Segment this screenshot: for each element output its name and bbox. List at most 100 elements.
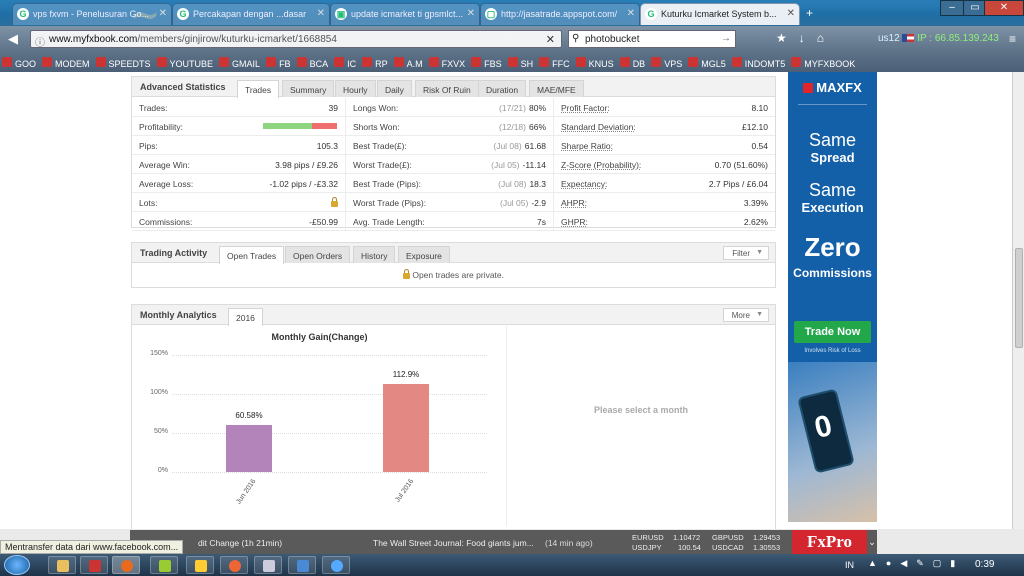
bookmark-item[interactable]: FB xyxy=(264,52,295,69)
tab-year[interactable]: 2016 xyxy=(228,308,263,326)
page-scrollbar[interactable] xyxy=(1012,72,1024,529)
browser-tab[interactable]: ▢ http://jasatrade.appspot.com/ ✕ xyxy=(480,3,640,25)
tab-exposure[interactable]: Exposure xyxy=(398,246,450,263)
taskbar-app[interactable] xyxy=(254,556,282,574)
more-button[interactable]: More ▼ xyxy=(722,308,769,322)
taskbar-explorer[interactable] xyxy=(48,556,76,574)
browser-tab[interactable]: G Percakapan dengan ...dasar ✕ xyxy=(172,3,330,25)
clear-url-icon[interactable]: ✕ xyxy=(546,33,555,46)
taskbar-clock[interactable]: 0:39 xyxy=(975,559,994,570)
close-icon[interactable]: ✕ xyxy=(159,8,167,19)
bookmark-icon xyxy=(266,57,277,67)
trade-now-button[interactable]: Trade Now xyxy=(794,321,871,343)
bookmark-item[interactable]: FBS xyxy=(469,52,506,69)
stat-label[interactable]: Expectancy: xyxy=(561,179,607,189)
bookmark-item[interactable]: BCA xyxy=(295,52,333,69)
close-icon[interactable]: ✕ xyxy=(317,8,325,19)
bookmark-item[interactable]: A.M xyxy=(392,52,427,69)
bookmark-item[interactable]: INDOMT5 xyxy=(730,52,790,69)
bookmark-item[interactable]: DB xyxy=(618,52,650,69)
window-close-icon[interactable]: ✕ xyxy=(984,0,1024,16)
tab-mae-mfe[interactable]: MAE/MFE xyxy=(529,80,584,97)
bookmark-item[interactable]: FFC xyxy=(537,52,574,69)
tab-title: Kuturku Icmarket System b... xyxy=(661,9,777,19)
stat-value: 0.70 (51.60%) xyxy=(714,160,768,170)
stat-commissions: Commissions: -£50.99 xyxy=(132,212,345,231)
maxfx-ad-banner[interactable]: MAXFX Same Spread Same Execution Zero Co… xyxy=(788,72,877,522)
news-ticker[interactable]: dit Change (1h 21min) The Wall Street Jo… xyxy=(130,530,877,554)
minimize-icon[interactable]: – xyxy=(940,0,964,16)
toolbar-icons[interactable]: ★↓⌂ xyxy=(776,31,836,45)
app-icon xyxy=(229,560,241,572)
browser-tab[interactable]: G vps fxvm - Penelusuran Go... ✕ xyxy=(12,3,172,25)
stat-label[interactable]: GHPR: xyxy=(561,217,588,227)
chevron-down-icon[interactable]: ⌄ xyxy=(867,530,877,554)
ad-brand: MAXFX xyxy=(816,80,862,95)
chart-title: Monthly Gain(Change) xyxy=(271,332,368,342)
bookmark-item[interactable]: VPS xyxy=(649,52,686,69)
go-arrow-icon[interactable]: → xyxy=(721,33,731,44)
ticker-news[interactable]: The Wall Street Journal: Food giants jum… xyxy=(373,538,534,548)
taskbar-app[interactable] xyxy=(322,556,350,574)
stat-label[interactable]: AHPR: xyxy=(561,198,587,208)
language-indicator[interactable]: IN xyxy=(845,560,854,570)
menu-icon[interactable]: ≡ xyxy=(1009,32,1016,46)
ad-risk-note: Involves Risk of Loss xyxy=(804,348,861,354)
new-tab-icon[interactable]: + xyxy=(806,6,813,20)
system-tray-icons[interactable]: ▲●◀✎▢▮ xyxy=(868,558,964,569)
start-button[interactable] xyxy=(4,555,30,575)
browser-tab[interactable]: ▣ update icmarket ti gpsmlct... ✕ xyxy=(330,3,480,25)
tab-risk-of-ruin[interactable]: Risk Of Ruin xyxy=(415,80,479,97)
stat-value: 66% xyxy=(528,122,546,132)
tab-trades[interactable]: Trades xyxy=(237,80,280,98)
address-bar[interactable]: ⓘ www.myfxbook.com/members/ginjirow/kutu… xyxy=(30,30,562,49)
bookmark-item[interactable]: MGL5 xyxy=(686,52,730,69)
ticker-news[interactable]: dit Change (1h 21min) xyxy=(198,538,282,548)
tab-summary[interactable]: Summary xyxy=(282,80,335,97)
bookmark-icon xyxy=(2,57,12,67)
tab-history[interactable]: History xyxy=(353,246,396,263)
close-icon[interactable]: ✕ xyxy=(787,8,795,19)
bookmark-item[interactable]: MODEM xyxy=(40,52,94,69)
bookmark-item[interactable]: KNUS xyxy=(574,52,618,69)
tab-open-trades[interactable]: Open Trades xyxy=(219,246,285,264)
bookmark-item[interactable]: YOUTUBE xyxy=(155,52,218,69)
chart-bar[interactable] xyxy=(226,424,272,472)
taskbar-app[interactable] xyxy=(150,556,178,574)
fxpro-logo[interactable]: FxPro xyxy=(792,530,867,554)
tab-hourly[interactable]: Hourly xyxy=(335,80,376,97)
bookmark-item[interactable]: GMAIL xyxy=(217,52,264,69)
bookmark-icon xyxy=(791,57,802,67)
bookmark-item[interactable]: SPEEDTS xyxy=(94,52,155,69)
filter-button[interactable]: Filter ▼ xyxy=(723,246,769,260)
stat-label[interactable]: Sharpe Ratio: xyxy=(561,141,613,151)
tab-open-orders[interactable]: Open Orders xyxy=(285,246,351,263)
taskbar-app[interactable] xyxy=(80,556,108,574)
bookmark-item[interactable]: GOO xyxy=(0,52,40,69)
taskbar-firefox[interactable] xyxy=(112,556,140,574)
bookmark-item[interactable]: SH xyxy=(506,52,538,69)
bookmark-item[interactable]: MYFXBOOK xyxy=(789,52,859,69)
bookmark-item[interactable]: RP xyxy=(360,52,392,69)
stat-detail: (Jul 08) xyxy=(498,179,527,189)
bookmark-item[interactable]: IC xyxy=(332,52,360,69)
close-icon[interactable]: ✕ xyxy=(627,8,635,19)
search-input[interactable]: ⚲ photobucket → xyxy=(568,30,736,48)
tab-duration[interactable]: Duration xyxy=(478,80,527,97)
taskbar-app[interactable] xyxy=(220,556,248,574)
stat-label[interactable]: Standard Deviation: xyxy=(561,122,636,132)
chart-bar[interactable] xyxy=(383,383,429,472)
stat-ahpr: AHPR: 3.39% xyxy=(554,193,775,212)
browser-tab-active[interactable]: G Kuturku Icmarket System b... ✕ xyxy=(640,3,800,25)
app-icon xyxy=(331,560,343,572)
back-icon[interactable]: ◀ xyxy=(8,31,18,47)
tab-daily[interactable]: Daily xyxy=(377,80,412,97)
bookmark-item[interactable]: FXVX xyxy=(427,52,470,69)
stat-label[interactable]: Z-Score (Probability): xyxy=(561,160,641,170)
close-icon[interactable]: ✕ xyxy=(467,8,475,19)
stat-label[interactable]: Profit Factor: xyxy=(561,103,610,113)
taskbar-app[interactable] xyxy=(288,556,316,574)
caret-down-icon: ▼ xyxy=(756,249,763,256)
scrollbar-thumb[interactable] xyxy=(1015,248,1023,348)
taskbar-app[interactable] xyxy=(186,556,214,574)
